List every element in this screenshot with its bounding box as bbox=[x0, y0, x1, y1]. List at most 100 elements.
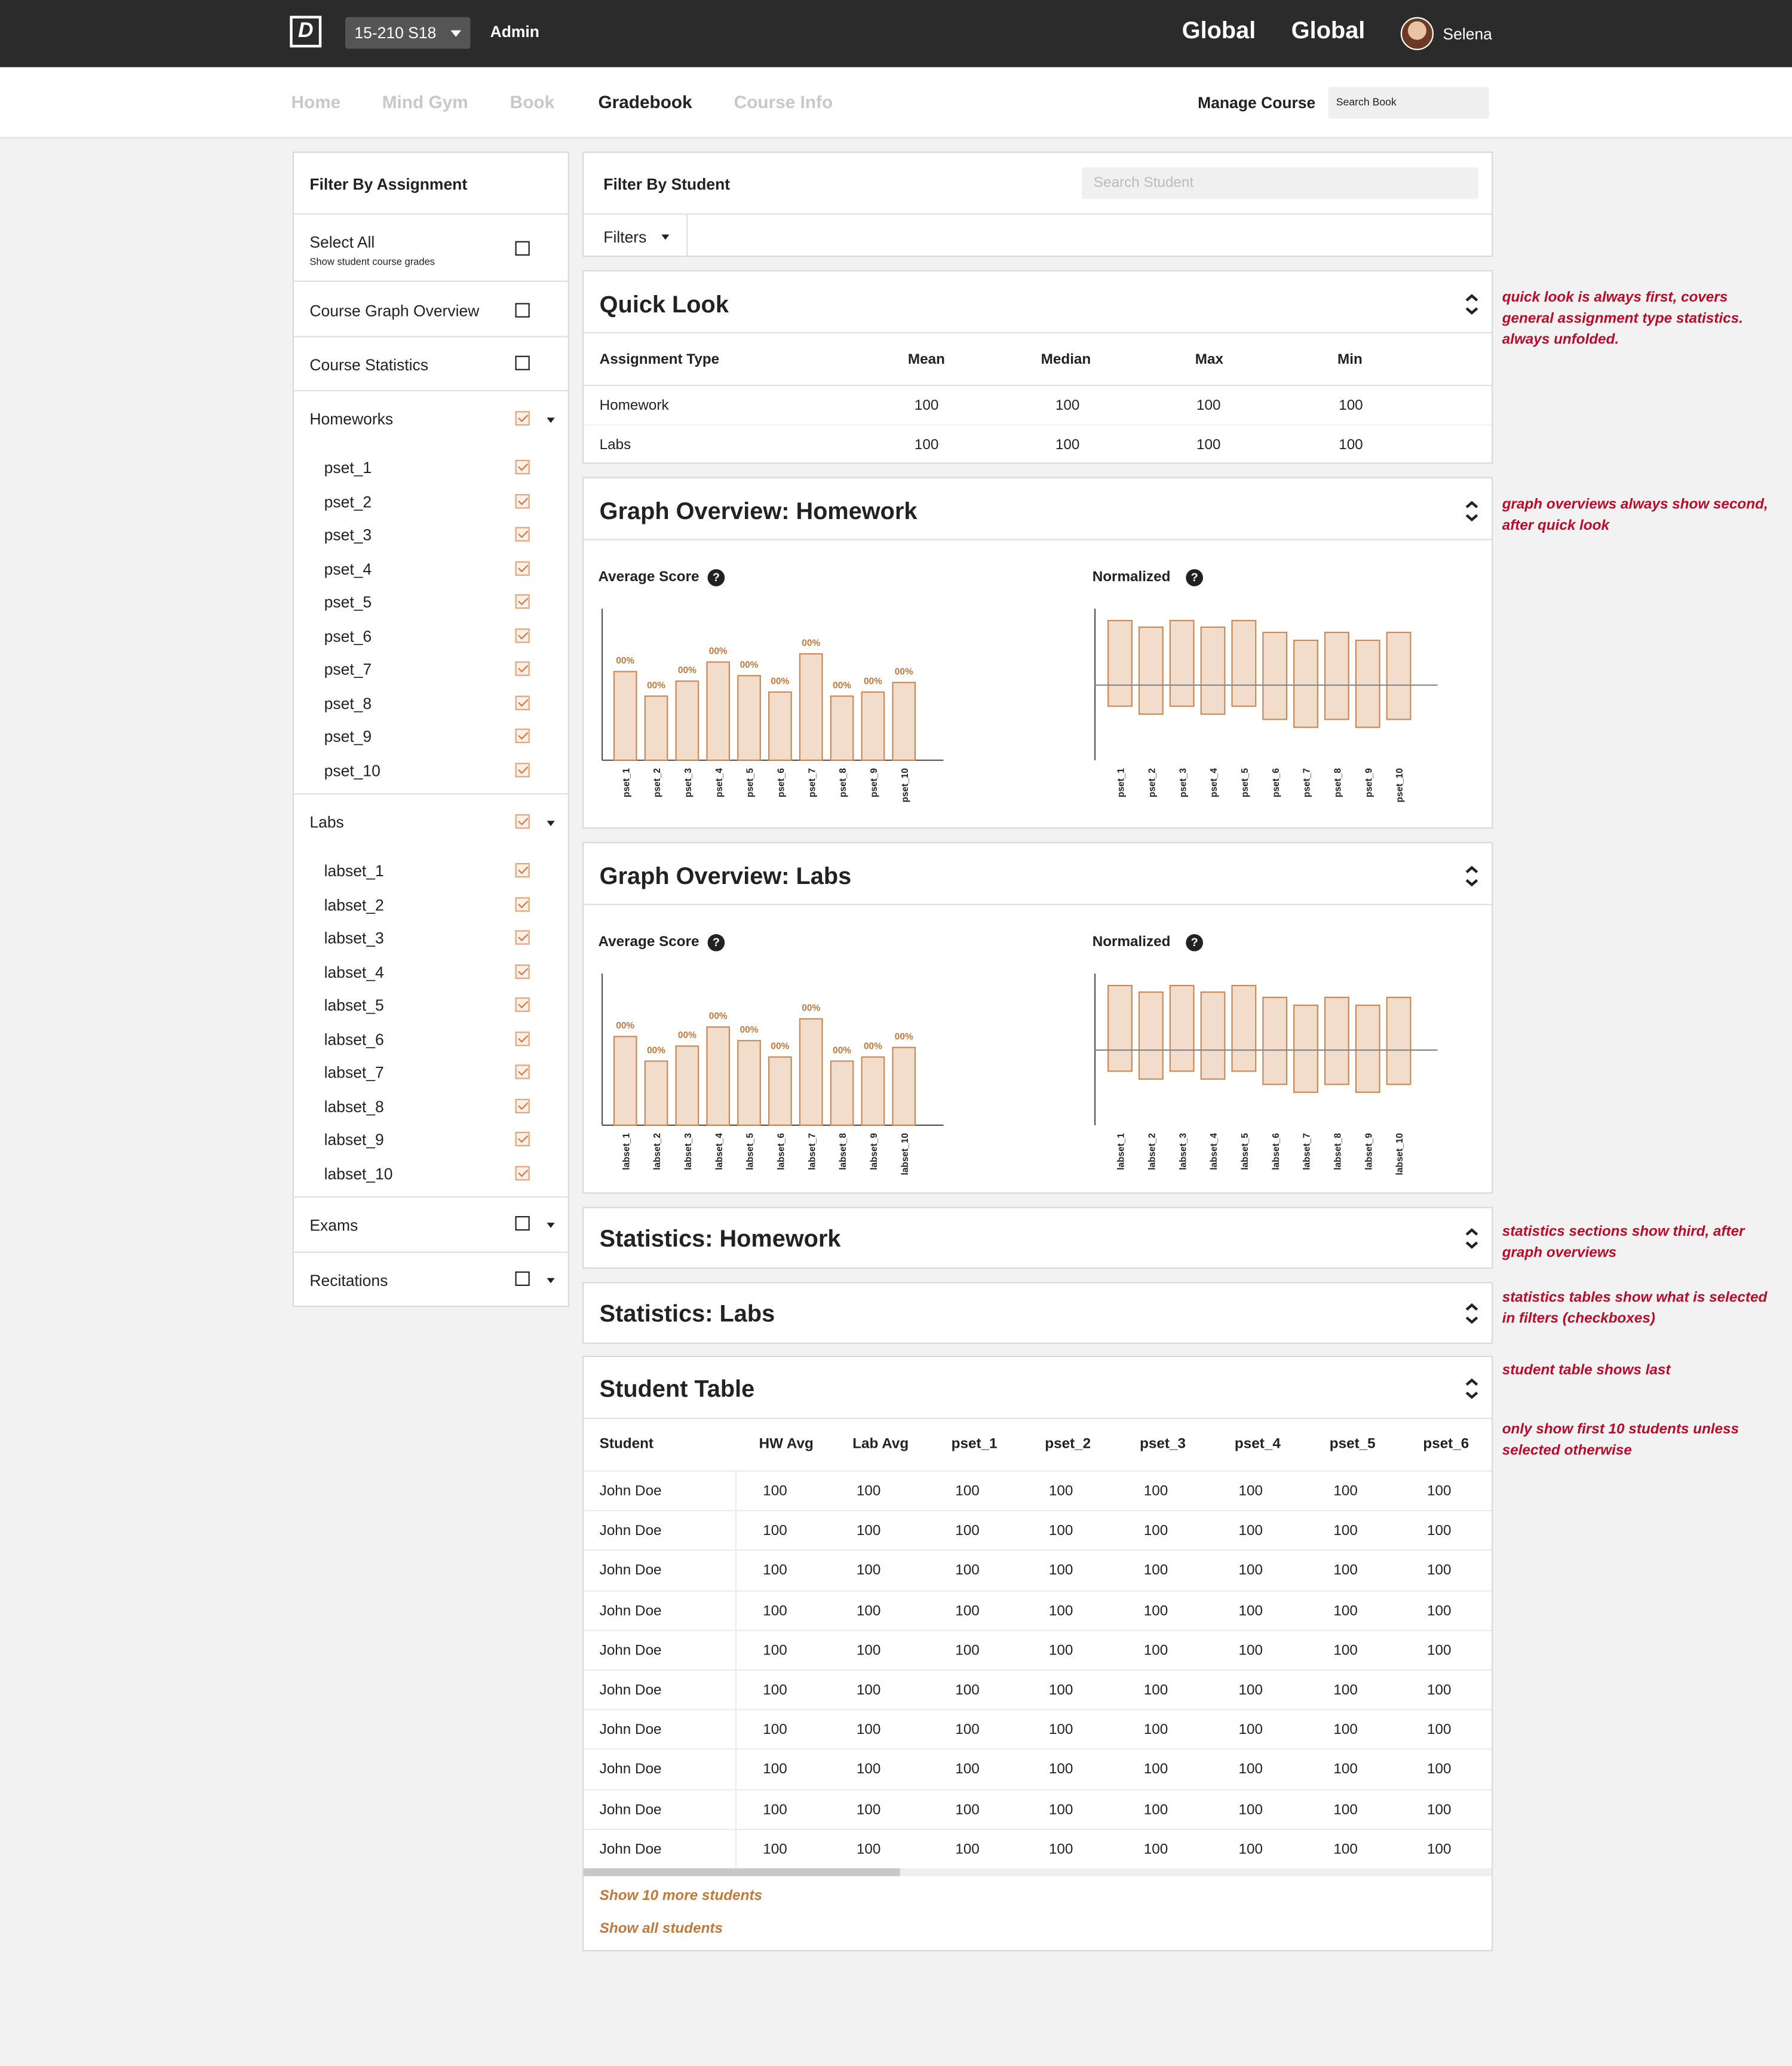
list-item-checkbox[interactable] bbox=[515, 897, 530, 911]
list-item[interactable]: labset_4 bbox=[294, 957, 568, 987]
list-item-checkbox[interactable] bbox=[515, 493, 530, 508]
course-stats-checkbox[interactable] bbox=[515, 355, 530, 370]
show-all-students-link[interactable]: Show all students bbox=[600, 1921, 723, 1936]
list-item-checkbox[interactable] bbox=[515, 695, 530, 710]
list-item[interactable]: pset_7 bbox=[294, 655, 568, 684]
statistics-labs-section[interactable]: Statistics: Labs bbox=[582, 1282, 1493, 1344]
list-item[interactable]: labset_8 bbox=[294, 1092, 568, 1121]
list-item-checkbox[interactable] bbox=[515, 930, 530, 945]
select-all-row[interactable]: Select All Show student course grades bbox=[293, 213, 568, 281]
list-item[interactable]: labset_6 bbox=[294, 1024, 568, 1054]
table-row[interactable]: John Doe 100 100 100 100 100 100 100 100 bbox=[584, 1550, 1492, 1591]
list-item[interactable]: labset_3 bbox=[294, 923, 568, 953]
global-link-2[interactable]: Global bbox=[1291, 17, 1366, 45]
list-item-checkbox[interactable] bbox=[515, 661, 530, 676]
column-header[interactable]: pset_2 bbox=[1045, 1436, 1091, 1451]
help-icon[interactable]: ? bbox=[707, 569, 725, 587]
list-item-checkbox[interactable] bbox=[515, 963, 530, 978]
course-graph-row[interactable]: Course Graph Overview bbox=[293, 280, 568, 337]
expand-icon[interactable] bbox=[1463, 1303, 1481, 1324]
nav-gradebook[interactable]: Gradebook bbox=[598, 92, 692, 112]
table-row[interactable]: John Doe 100 100 100 100 100 100 100 100 bbox=[584, 1669, 1492, 1711]
nav-book[interactable]: Book bbox=[510, 92, 554, 112]
search-student-input[interactable]: Search Student bbox=[1082, 167, 1479, 199]
list-item-checkbox[interactable] bbox=[515, 1098, 530, 1113]
table-row[interactable]: John Doe 100 100 100 100 100 100 100 100 bbox=[584, 1629, 1492, 1671]
list-item[interactable]: labset_2 bbox=[294, 890, 568, 919]
nav-course-info[interactable]: Course Info bbox=[734, 92, 833, 112]
collapse-icon[interactable] bbox=[1463, 865, 1481, 887]
list-item[interactable]: pset_1 bbox=[294, 453, 568, 483]
help-icon[interactable]: ? bbox=[1186, 569, 1203, 587]
column-header[interactable]: pset_6 bbox=[1423, 1436, 1469, 1451]
list-item[interactable]: labset_5 bbox=[294, 991, 568, 1020]
list-item[interactable]: pset_9 bbox=[294, 722, 568, 751]
list-item-checkbox[interactable] bbox=[515, 1131, 530, 1147]
homeworks-checkbox[interactable] bbox=[515, 411, 530, 426]
table-row[interactable]: John Doe 100 100 100 100 100 100 100 100 bbox=[584, 1828, 1492, 1869]
list-item[interactable]: pset_4 bbox=[294, 554, 568, 584]
table-row[interactable]: John Doe 100 100 100 100 100 100 100 100 bbox=[584, 1788, 1492, 1830]
caret-down-icon[interactable] bbox=[547, 821, 555, 827]
column-header[interactable]: Student bbox=[600, 1436, 653, 1451]
labs-label[interactable]: Labs bbox=[309, 813, 343, 831]
list-item[interactable]: pset_6 bbox=[294, 621, 568, 650]
list-item[interactable]: labset_7 bbox=[294, 1058, 568, 1087]
list-item-checkbox[interactable] bbox=[515, 762, 530, 777]
list-item[interactable]: pset_5 bbox=[294, 588, 568, 617]
help-icon[interactable]: ? bbox=[1186, 934, 1203, 951]
list-item-checkbox[interactable] bbox=[515, 628, 530, 643]
search-book-input[interactable]: Search Book bbox=[1328, 87, 1489, 119]
labs-checkbox[interactable] bbox=[515, 814, 530, 829]
list-item[interactable]: pset_8 bbox=[294, 689, 568, 718]
app-logo[interactable]: D bbox=[290, 16, 322, 48]
list-item-checkbox[interactable] bbox=[515, 527, 530, 542]
course-selector[interactable]: 15-210 S18 bbox=[345, 17, 471, 49]
avatar[interactable] bbox=[1400, 17, 1434, 50]
exams-row[interactable]: Exams bbox=[293, 1196, 568, 1253]
list-item[interactable]: labset_1 bbox=[294, 857, 568, 886]
collapse-icon[interactable] bbox=[1463, 1378, 1481, 1399]
column-header[interactable]: pset_1 bbox=[952, 1436, 998, 1451]
list-item-checkbox[interactable] bbox=[515, 594, 530, 609]
horizontal-scrollbar[interactable] bbox=[584, 1868, 1492, 1877]
caret-down-icon[interactable] bbox=[547, 418, 555, 423]
list-item-checkbox[interactable] bbox=[515, 1064, 530, 1079]
list-item-checkbox[interactable] bbox=[515, 560, 530, 575]
list-item[interactable]: labset_10 bbox=[294, 1159, 568, 1188]
list-item[interactable]: labset_9 bbox=[294, 1125, 568, 1155]
list-item-checkbox[interactable] bbox=[515, 459, 530, 475]
select-all-checkbox[interactable] bbox=[515, 241, 530, 256]
list-item[interactable]: pset_2 bbox=[294, 487, 568, 516]
expand-icon[interactable] bbox=[1463, 1228, 1481, 1249]
help-icon[interactable]: ? bbox=[707, 934, 725, 951]
course-graph-checkbox[interactable] bbox=[515, 303, 530, 318]
recitations-checkbox[interactable] bbox=[515, 1271, 530, 1286]
list-item-checkbox[interactable] bbox=[515, 1031, 530, 1046]
caret-down-icon[interactable] bbox=[547, 1223, 555, 1228]
scrollbar-thumb[interactable] bbox=[584, 1868, 900, 1877]
column-header[interactable]: HW Avg bbox=[759, 1436, 814, 1451]
column-header[interactable]: Lab Avg bbox=[852, 1436, 909, 1451]
table-row[interactable]: John Doe 100 100 100 100 100 100 100 100 bbox=[584, 1470, 1492, 1512]
collapse-icon[interactable] bbox=[1463, 501, 1481, 522]
global-link-1[interactable]: Global bbox=[1182, 17, 1256, 45]
homeworks-label[interactable]: Homeworks bbox=[309, 410, 393, 428]
list-item-checkbox[interactable] bbox=[515, 1165, 530, 1180]
table-row[interactable]: John Doe 100 100 100 100 100 100 100 100 bbox=[584, 1510, 1492, 1551]
list-item-checkbox[interactable] bbox=[515, 997, 530, 1012]
show-more-students-link[interactable]: Show 10 more students bbox=[600, 1888, 762, 1904]
list-item-checkbox[interactable] bbox=[515, 728, 530, 744]
table-row[interactable]: John Doe 100 100 100 100 100 100 100 100 bbox=[584, 1709, 1492, 1750]
filters-dropdown[interactable]: Filters bbox=[584, 214, 688, 257]
manage-course-link[interactable]: Manage Course bbox=[1198, 94, 1315, 112]
column-header[interactable]: pset_3 bbox=[1140, 1436, 1186, 1451]
list-item[interactable]: pset_10 bbox=[294, 756, 568, 785]
table-row[interactable]: John Doe 100 100 100 100 100 100 100 100 bbox=[584, 1589, 1492, 1631]
user-name[interactable]: Selena bbox=[1443, 25, 1492, 44]
recitations-row[interactable]: Recitations bbox=[293, 1251, 568, 1309]
course-stats-row[interactable]: Course Statistics bbox=[293, 336, 568, 392]
list-item[interactable]: pset_3 bbox=[294, 520, 568, 549]
nav-home[interactable]: Home bbox=[291, 92, 341, 112]
statistics-homework-section[interactable]: Statistics: Homework bbox=[582, 1207, 1493, 1269]
